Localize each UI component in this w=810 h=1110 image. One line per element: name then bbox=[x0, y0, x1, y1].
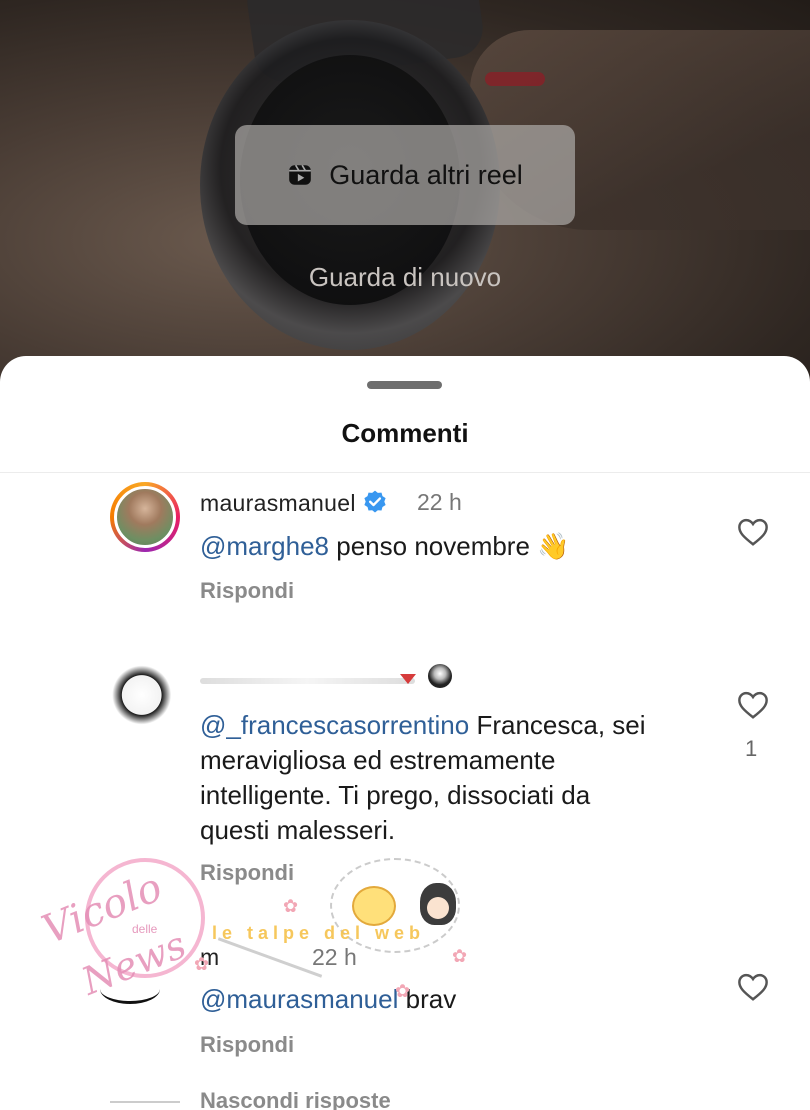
paw-icon: ✿ bbox=[452, 946, 468, 966]
comment-text: penso novembre 👋 bbox=[336, 531, 570, 561]
watch-more-reels-button[interactable]: Guarda altri reel bbox=[235, 125, 575, 225]
comment-body: @_francescasorrentino Francesca, sei mer… bbox=[200, 708, 646, 848]
sheet-title: Commenti bbox=[341, 418, 469, 448]
avatar-photo bbox=[114, 486, 176, 548]
reply-button[interactable]: Rispondi bbox=[200, 578, 294, 604]
paw-icon: ✿ bbox=[194, 954, 210, 974]
comment-text-line: Francesca, sei bbox=[476, 710, 646, 740]
comments-sheet: Commenti maurasmanuel 22 h @marghe8 pens… bbox=[0, 356, 810, 1110]
comment-text-line: intelligente. Ti prego, dissociati da bbox=[200, 780, 591, 810]
heart-icon[interactable] bbox=[736, 690, 770, 720]
avatar[interactable] bbox=[112, 662, 178, 728]
comment-body: @marghe8 penso novembre 👋 bbox=[200, 529, 570, 564]
reply-button[interactable]: Rispondi bbox=[200, 1032, 294, 1058]
like-count: 1 bbox=[745, 736, 758, 761]
heart-icon[interactable] bbox=[736, 517, 770, 547]
reels-icon bbox=[289, 164, 312, 185]
small-avatar-icon bbox=[428, 664, 452, 688]
comment-body: @maurasmanuel brav bbox=[200, 982, 456, 1017]
hide-replies-button[interactable]: Nascondi risposte bbox=[200, 1088, 391, 1110]
watch-more-reels-label: Guarda altri reel bbox=[329, 159, 523, 190]
replay-link[interactable]: Guarda di nuovo bbox=[0, 262, 810, 293]
comment-username-text: maurasmanuel bbox=[200, 490, 356, 516]
watermark-face-icon bbox=[420, 883, 456, 925]
sheet-divider bbox=[0, 472, 810, 473]
comment-text: brav bbox=[405, 984, 457, 1014]
replies-divider bbox=[110, 1101, 180, 1103]
comment-username[interactable]: maurasmanuel bbox=[200, 489, 388, 517]
heart-icon[interactable] bbox=[736, 972, 770, 1002]
reply-button[interactable]: Rispondi bbox=[200, 860, 294, 886]
comment-time: 22 h bbox=[417, 489, 462, 515]
reel-red-thread bbox=[485, 72, 545, 86]
sheet-drag-handle[interactable] bbox=[367, 381, 442, 389]
comment-text-line: meravigliosa ed estremamente bbox=[200, 745, 556, 775]
comment-mention[interactable]: @marghe8 bbox=[200, 531, 329, 561]
verified-badge-icon bbox=[364, 490, 386, 513]
paw-icon: ✿ bbox=[395, 981, 411, 1001]
comment-time: 22 h bbox=[312, 944, 357, 970]
comment-mention[interactable]: @maurasmanuel bbox=[200, 984, 398, 1014]
watermark-banner: le talpe del web bbox=[212, 923, 426, 943]
watermark-face-icon bbox=[352, 886, 396, 926]
redacted-username bbox=[200, 678, 415, 684]
reel-video-background[interactable]: Guarda altri reel Guarda di nuovo bbox=[0, 0, 810, 400]
avatar[interactable] bbox=[110, 482, 180, 552]
comment-text-line: questi malesseri. bbox=[200, 815, 396, 845]
paw-icon: ✿ bbox=[283, 896, 299, 916]
comment-mention[interactable]: @_francescasorrentino bbox=[200, 710, 469, 740]
